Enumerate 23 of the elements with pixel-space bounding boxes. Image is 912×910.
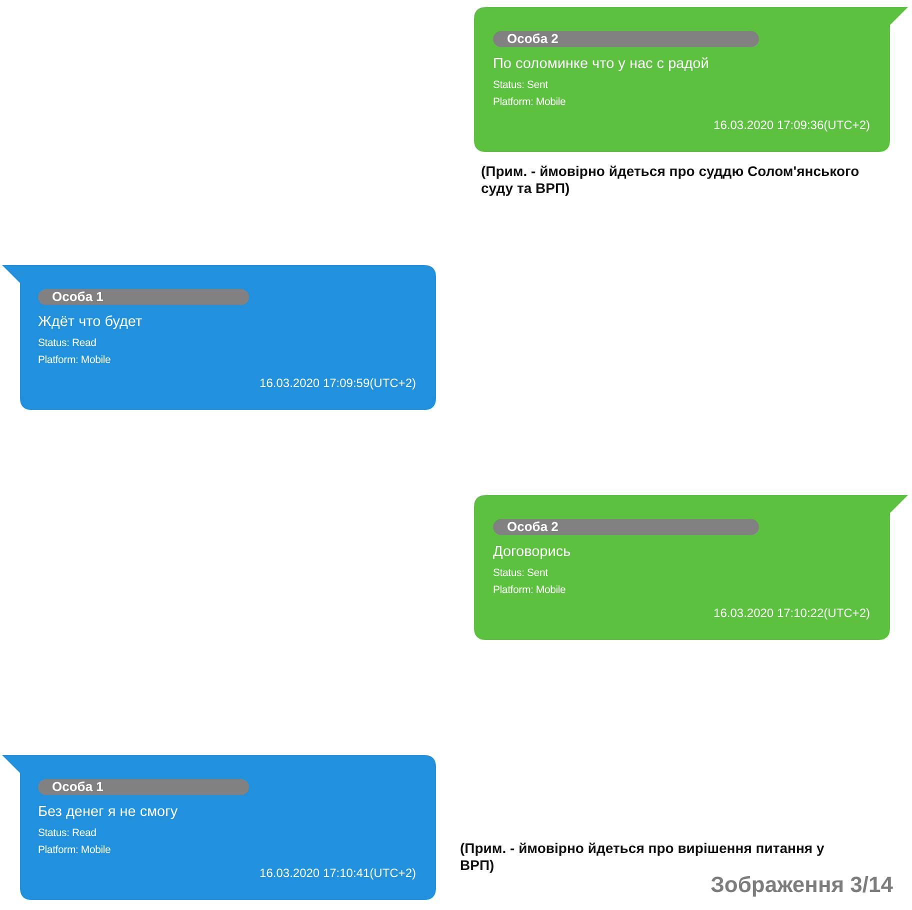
message-text: По соломинке что у нас с радой [493,55,710,73]
sender-label: Особа 2 [493,519,759,535]
message-text: Договорись [493,543,572,561]
page-caption: Зображення 3/14 [710,874,893,896]
status-text: Status: Read [38,826,98,841]
sender-label: Особа 1 [38,779,249,795]
status-text: Status: Sent [493,566,549,581]
platform-text: Platform: Mobile [493,95,567,110]
note-text: (Прим. - ймовірно йдеться про вирішення питання у ВРП) [460,840,826,874]
status-text: Status: Read [38,336,98,351]
timestamp: 16.03.2020 17:10:22(UTC+2) [714,605,870,621]
platform-text: Platform: Mobile [38,843,112,858]
timestamp: 16.03.2020 17:09:59(UTC+2) [260,375,416,391]
message-text: Без денег я не смогу [38,803,179,821]
note-text: (Прим. - ймовірно йдеться про суддю Солом'янського суду та ВРП) [481,163,860,197]
message-text: Ждёт что будет [38,313,144,331]
sender-label: Особа 2 [493,31,759,47]
platform-text: Platform: Mobile [38,353,112,368]
status-text: Status: Sent [493,78,549,93]
timestamp: 16.03.2020 17:10:41(UTC+2) [260,865,416,881]
sender-label: Особа 1 [38,289,249,305]
platform-text: Platform: Mobile [493,583,567,598]
timestamp: 16.03.2020 17:09:36(UTC+2) [714,117,870,133]
